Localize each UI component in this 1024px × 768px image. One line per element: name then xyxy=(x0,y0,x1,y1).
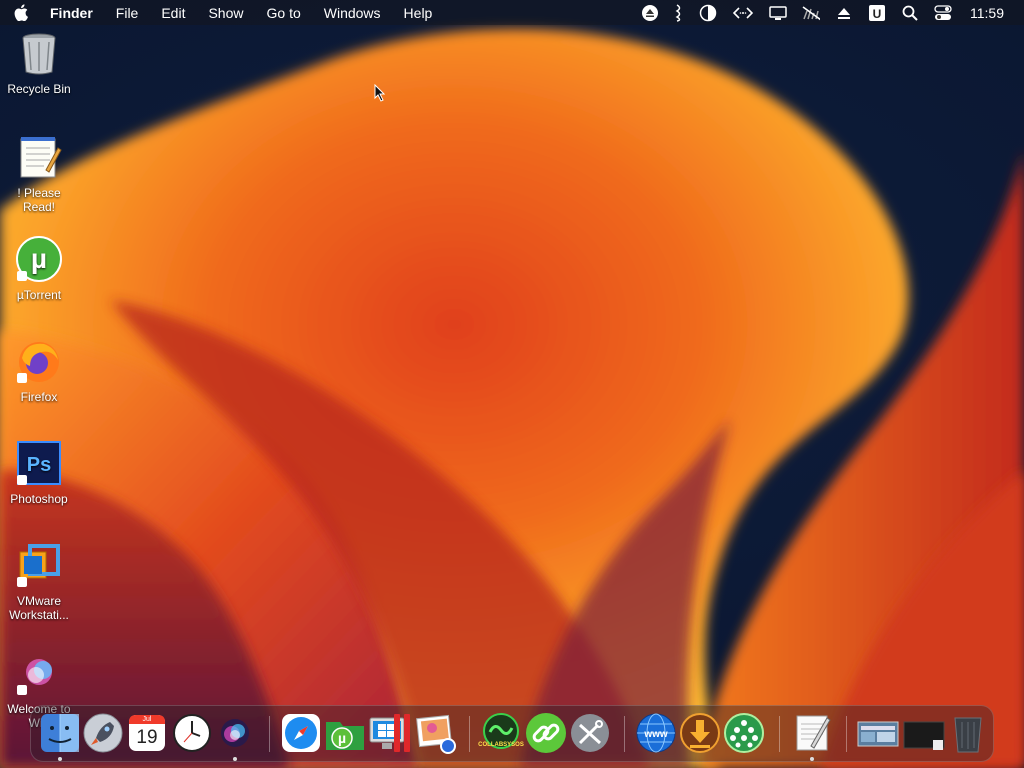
calendar-icon[interactable]: Jul 19 xyxy=(126,712,168,754)
svg-text:U: U xyxy=(873,7,882,21)
menu-file[interactable]: File xyxy=(116,5,139,21)
desktop-icon-recycle-bin[interactable]: Recycle Bin xyxy=(0,30,78,96)
search-icon[interactable] xyxy=(901,4,919,22)
svg-text:www: www xyxy=(643,729,668,740)
mute-icon[interactable] xyxy=(802,4,820,22)
collabsysos-icon[interactable]: COLLABSYSOS xyxy=(478,712,524,754)
eject-icon[interactable] xyxy=(641,4,659,22)
dock: Jul 19 µ COLLABSYSOS www xyxy=(30,705,994,762)
menu-app-name[interactable]: Finder xyxy=(50,5,93,21)
desktop-icon-label: µTorrent xyxy=(16,288,62,302)
launchpad-icon[interactable] xyxy=(82,712,124,754)
desktop-icon-please-read[interactable]: ! Please Read! xyxy=(0,134,78,214)
monitor-icon[interactable] xyxy=(903,712,945,754)
firefox-icon xyxy=(16,338,62,384)
display-icon[interactable] xyxy=(769,4,787,22)
trash-icon[interactable] xyxy=(947,712,989,754)
preview-icon[interactable] xyxy=(414,712,456,754)
screenshot-icon[interactable] xyxy=(857,712,899,754)
svg-text:µ: µ xyxy=(338,730,346,746)
menu-go-to[interactable]: Go to xyxy=(267,5,301,21)
menu-bar: Finder File Edit Show Go to Windows Help xyxy=(0,0,1024,25)
clock-icon[interactable] xyxy=(171,712,213,754)
desktop-icon-label: Photoshop xyxy=(10,492,68,506)
network-icon[interactable] xyxy=(723,712,765,754)
shortcut-arrow-icon xyxy=(17,373,27,383)
calendar-month: Jul xyxy=(142,716,152,723)
dock-separator xyxy=(624,716,625,752)
dock-separator xyxy=(469,716,470,752)
desktop-icon-label: ! Please Read! xyxy=(17,186,61,214)
safari-icon[interactable] xyxy=(280,712,322,754)
u-icon[interactable]: U xyxy=(868,4,886,22)
menu-edit[interactable]: Edit xyxy=(161,5,185,21)
apple-menu-icon[interactable] xyxy=(14,4,30,22)
mouse-cursor-icon xyxy=(374,83,386,107)
download-icon[interactable] xyxy=(679,712,721,754)
shortcut-arrow-icon xyxy=(17,685,27,695)
control-center-icon[interactable] xyxy=(934,4,952,22)
dock-separator xyxy=(846,716,847,752)
vmware-icon xyxy=(16,542,62,588)
menu-help[interactable]: Help xyxy=(404,5,433,21)
utorrent-icon: µ xyxy=(16,236,62,282)
desktop-icon-label: Recycle Bin xyxy=(7,82,71,96)
dock-separator xyxy=(779,716,780,752)
desktop-icon-label: VMware Workstati... xyxy=(9,594,69,622)
textedit-icon[interactable] xyxy=(791,712,833,754)
calendar-day: 19 xyxy=(136,727,158,748)
photoshop-icon: Ps xyxy=(16,440,62,486)
desktop-icon-vmware[interactable]: VMware Workstati... xyxy=(0,542,78,622)
shortcut-arrow-icon xyxy=(17,577,27,587)
notepad-icon xyxy=(16,134,62,180)
siri-icon[interactable] xyxy=(214,712,256,754)
desktop-icon-firefox[interactable]: Firefox xyxy=(0,338,78,404)
desktop-icon-photoshop[interactable]: Ps Photoshop xyxy=(0,440,78,506)
svg-text:µ: µ xyxy=(31,243,47,274)
utilities-icon[interactable] xyxy=(569,712,611,754)
collabsysos-label: COLLABSYSOS xyxy=(478,742,524,748)
shortcut-arrow-icon xyxy=(17,475,27,485)
recycle-bin-icon xyxy=(16,30,62,76)
menu-windows[interactable]: Windows xyxy=(324,5,381,21)
link-icon[interactable] xyxy=(525,712,567,754)
shortcut-arrow-icon xyxy=(17,271,27,281)
desktop-icon-label: Firefox xyxy=(20,390,58,404)
welcome-icon xyxy=(16,650,62,696)
finder-icon[interactable] xyxy=(39,712,81,754)
desktop-wallpaper xyxy=(0,0,1024,768)
www-icon[interactable]: www xyxy=(635,712,677,754)
utorrent-folder-icon[interactable]: µ xyxy=(324,712,366,754)
dock-separator xyxy=(269,716,270,752)
svg-text:Ps: Ps xyxy=(27,454,51,476)
upload-icon[interactable] xyxy=(835,4,853,22)
wifi-icon[interactable] xyxy=(674,3,684,22)
desktop-icon-utorrent[interactable]: µ µTorrent xyxy=(0,236,78,302)
menu-show[interactable]: Show xyxy=(208,5,243,21)
menubar-clock[interactable]: 11:59 xyxy=(970,5,1004,21)
contrast-icon[interactable] xyxy=(699,4,717,22)
code-icon[interactable] xyxy=(732,4,754,22)
